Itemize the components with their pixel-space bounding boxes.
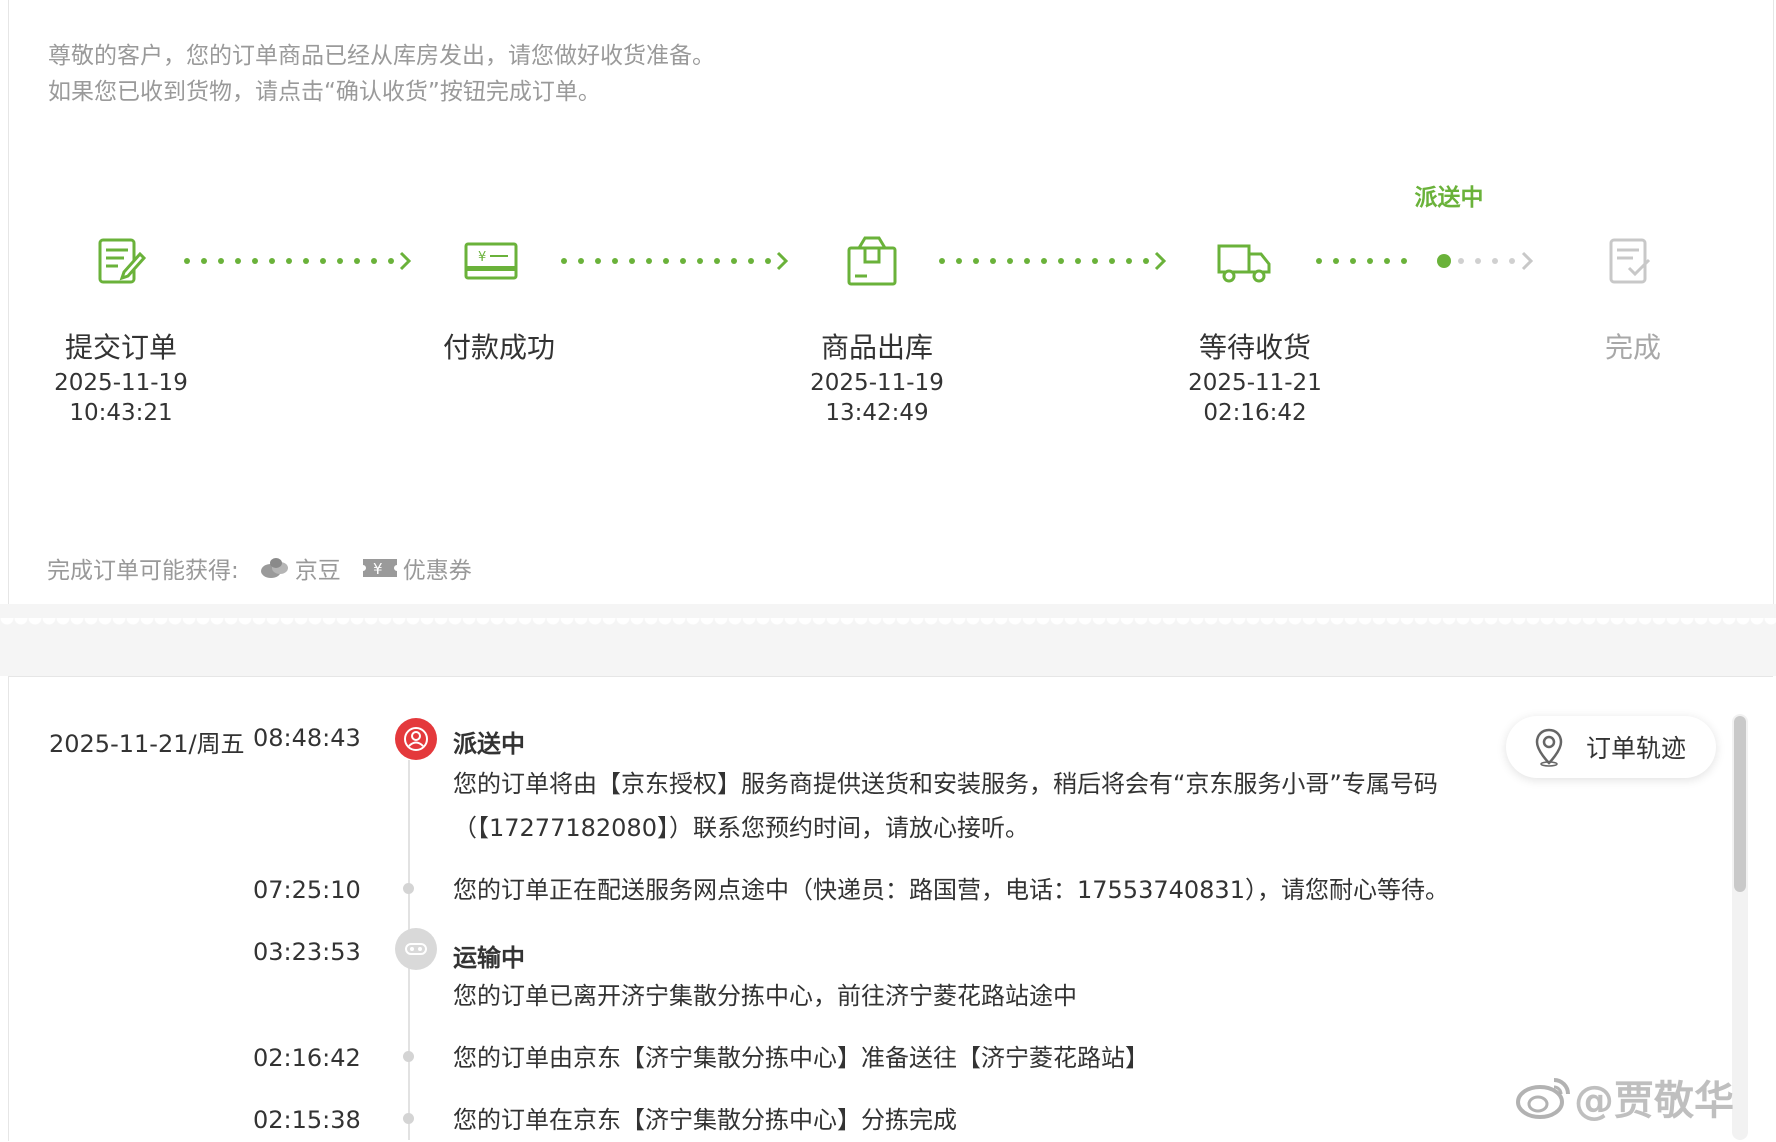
- step-clock: 13:42:49: [825, 400, 929, 426]
- svg-text:¥: ¥: [478, 250, 486, 265]
- step-clock: 02:16:42: [1203, 400, 1307, 426]
- reward-jingdou: 京豆: [259, 551, 341, 585]
- jingdou-bean-icon: [260, 558, 288, 578]
- step-connector: [184, 251, 412, 271]
- tracking-entry-text: 您的订单将由【京东授权】服务商提供送货和安装服务，稍后将会有“京东服务小哥”专属…: [453, 762, 1463, 850]
- tracking-text-line: （【17277182080】）联系您预约时间，请放心接听。: [453, 814, 1029, 842]
- order-track-map-button[interactable]: 订单轨迹: [1506, 716, 1716, 778]
- tracking-text-line: 您的订单已离开济宁集散分拣中心，前往济宁菱花路站途中: [453, 982, 1077, 1010]
- timeline-dot: [403, 883, 414, 894]
- tracking-entry-text: 您的订单正在配送服务网点途中（快递员：路国营，电话：17553740831），请…: [453, 868, 1463, 912]
- svg-text:¥: ¥: [373, 560, 383, 578]
- current-status-label: 派送中: [1414, 185, 1484, 211]
- payment-card-icon: ¥: [464, 242, 518, 280]
- tracking-time: 08:48:43: [253, 724, 361, 752]
- timeline-dot: [403, 1051, 414, 1062]
- map-pin-icon: [1535, 728, 1563, 767]
- tracking-entry-text: 您的订单已离开济宁集散分拣中心，前往济宁菱花路站途中: [453, 974, 1463, 1018]
- weibo-logo-icon: [1516, 1078, 1570, 1119]
- package-box-icon: [847, 236, 897, 286]
- timeline-dot: [403, 1113, 414, 1124]
- completed-form-icon: [1609, 238, 1651, 284]
- tracking-scrollbar-thumb[interactable]: [1734, 716, 1746, 892]
- step-date: 2025-11-19: [810, 370, 944, 396]
- tracking-time: 02:16:42: [253, 1044, 361, 1072]
- rewards-label: 完成订单可能获得:: [47, 558, 239, 584]
- reward-jingdou-label: 京豆: [294, 558, 341, 584]
- step-name-outbound: 商品出库: [820, 331, 933, 364]
- step-time-awaiting: 2025-11-21 02:16:42: [1145, 368, 1365, 428]
- step-name-complete: 完成: [1604, 331, 1661, 364]
- weibo-watermark: @贾敬华: [1514, 1068, 1734, 1126]
- transit-badge-icon: [395, 928, 437, 970]
- step-clock: 10:43:21: [69, 400, 173, 426]
- step-connector: [939, 251, 1167, 271]
- delivery-truck-icon: [1217, 244, 1271, 283]
- delivery-notice: 尊敬的客户，您的订单商品已经从库房发出，请您做好收货准备。 如果您已收到货物，请…: [48, 38, 715, 110]
- step-time-outbound: 2025-11-19 13:42:49: [767, 368, 987, 428]
- tracking-date: 2025-11-21/周五: [49, 730, 245, 758]
- tracking-entry-title: 派送中: [453, 730, 525, 758]
- scalloped-edge: [0, 618, 1776, 632]
- step-date: 2025-11-19: [54, 370, 188, 396]
- tracking-entry-title: 运输中: [453, 944, 525, 972]
- order-form-icon: [98, 238, 147, 284]
- tracking-text-line: 您的订单正在配送服务网点途中（快递员：路国营，电话：17553740831），请…: [453, 876, 1449, 904]
- reward-coupon: ¥ 优惠券: [361, 551, 472, 585]
- step-name-payment: 付款成功: [442, 331, 555, 364]
- tracking-time: 03:23:53: [253, 938, 361, 966]
- reward-coupon-label: 优惠券: [402, 558, 472, 584]
- notice-line-2: 如果您已收到货物，请点击“确认收货”按钮完成订单。: [48, 79, 601, 105]
- step-time-submit: 2025-11-19 10:43:21: [11, 368, 231, 428]
- step-name-submit: 提交订单: [64, 331, 177, 364]
- order-track-map-label: 订单轨迹: [1586, 734, 1687, 763]
- notice-line-1: 尊敬的客户，您的订单商品已经从库房发出，请您做好收货准备。: [48, 43, 715, 69]
- step-name-awaiting: 等待收货: [1198, 331, 1311, 364]
- watermark-text: @贾敬华: [1574, 1078, 1734, 1124]
- dispatch-badge-icon: [395, 718, 437, 760]
- step-connector-in-progress: [1316, 251, 1534, 271]
- tracking-entry-text: 您的订单在京东【济宁集散分拣中心】分拣完成: [453, 1098, 1463, 1142]
- tracking-text-line: 您的订单由京东【济宁集散分拣中心】准备送往【济宁菱花路站】: [453, 1044, 1149, 1072]
- order-status-panel: 尊敬的客户，您的订单商品已经从库房发出，请您做好收货准备。 如果您已收到货物，请…: [8, 0, 1774, 604]
- tracking-time: 07:25:10: [253, 876, 361, 904]
- tracking-entry-text: 您的订单由京东【济宁集散分拣中心】准备送往【济宁菱花路站】: [453, 1036, 1463, 1080]
- step-connector: [561, 251, 789, 271]
- tracking-time: 02:15:38: [253, 1106, 361, 1134]
- tracking-text-line: 您的订单将由【京东授权】服务商提供送货和安装服务，稍后将会有“京东服务小哥”专属…: [453, 770, 1438, 798]
- section-divider: [0, 604, 1776, 676]
- step-date: 2025-11-21: [1188, 370, 1322, 396]
- coupon-icon: ¥: [362, 559, 397, 578]
- order-rewards: 完成订单可能获得: 京豆 ¥ 优惠券: [47, 552, 472, 584]
- tracking-text-line: 您的订单在京东【济宁集散分拣中心】分拣完成: [453, 1106, 957, 1134]
